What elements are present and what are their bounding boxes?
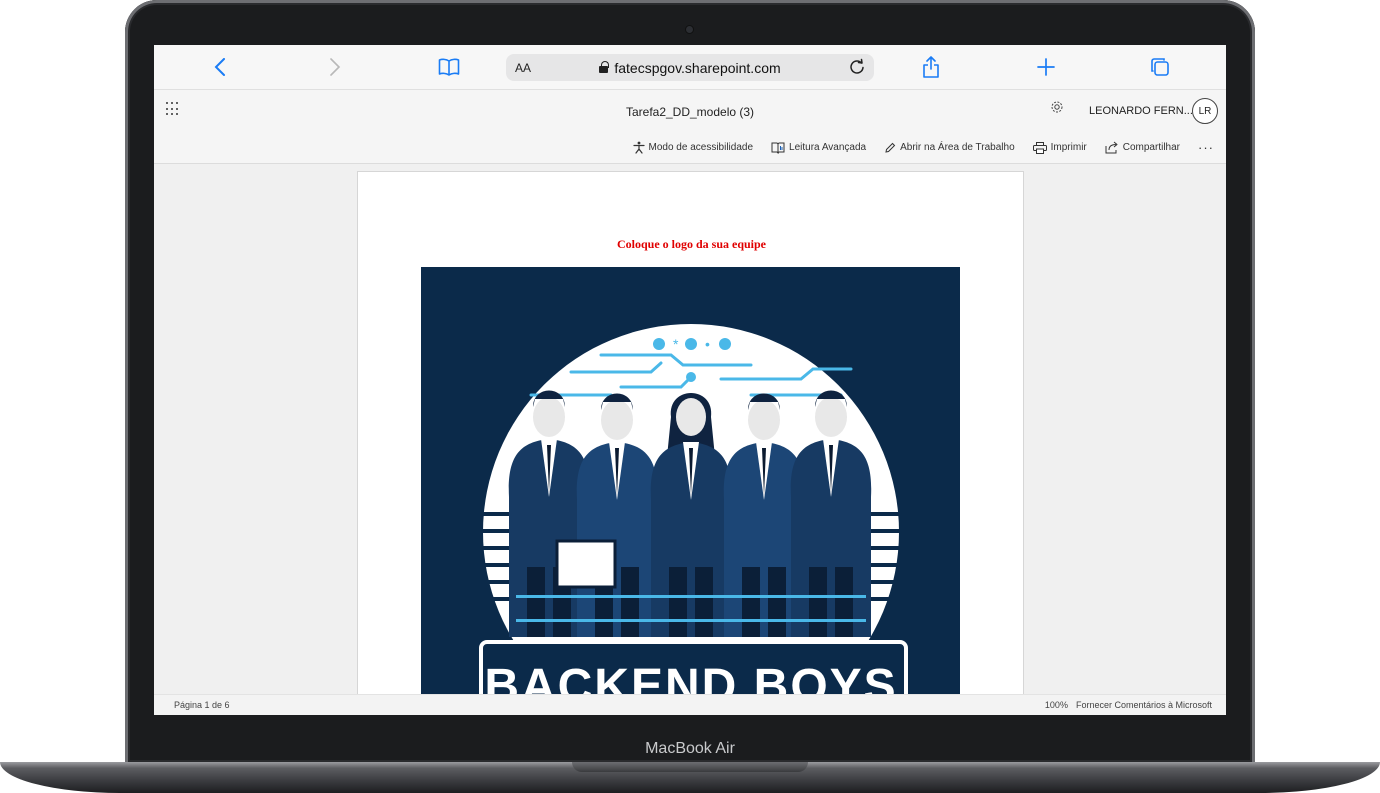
share-label: Compartilhar [1122,142,1180,153]
laptop-base-notch [572,762,808,772]
feedback-link[interactable]: Fornecer Comentários à Microsoft [1076,700,1212,710]
more-options-button[interactable]: ··· [1198,140,1214,155]
print-button[interactable]: Imprimir [1032,141,1087,154]
reload-icon[interactable] [848,58,866,81]
printer-icon [1032,141,1047,154]
accessibility-mode-button[interactable]: Modo de acessibilidade [632,141,754,154]
share-arrow-icon [1105,141,1118,154]
page-heading: Coloque o logo da sua equipe [616,237,767,251]
open-desktop-label: Abrir na Área de Trabalho [900,142,1015,153]
reading-toolbar: Modo de acessibilidade Leitura Avançada … [632,140,1215,155]
page-indicator: Página 1 de 6 [174,700,230,710]
address-bar[interactable]: AA fatecspgov.sharepoint.com [506,54,874,81]
immersive-reader-label: Leitura Avançada [789,142,867,153]
status-right: 100% Fornecer Comentários à Microsoft [1045,700,1212,710]
gear-icon[interactable] [1050,100,1064,119]
svg-text:*: * [673,336,679,352]
tabs-icon[interactable] [1149,55,1171,79]
immersive-reader-button[interactable]: Leitura Avançada [771,141,866,154]
zoom-level[interactable]: 100% [1045,700,1068,710]
user-name[interactable]: LEONARDO FERN... [1089,105,1193,117]
pencil-icon [885,142,896,153]
screen: AA fatecspgov.sharepoint.com Tarefa2_DD_… [154,45,1226,715]
open-desktop-button[interactable]: Abrir na Área de Trabalho [884,142,1015,154]
accessibility-icon [632,141,645,154]
document-title[interactable]: Tarefa2_DD_modelo (3) [154,105,1226,119]
share-icon[interactable] [920,55,942,79]
share-document-button[interactable]: Compartilhar [1105,141,1180,154]
accessibility-label: Modo de acessibilidade [648,142,754,153]
immersive-reader-icon [771,142,785,154]
document-canvas: Coloque o logo da sua equipe * • BACKEND… [154,164,1226,701]
lock-icon [599,60,609,73]
avatar[interactable]: LR [1192,98,1218,124]
document-page: Coloque o logo da sua equipe * • BACKEND… [357,171,1024,701]
print-label: Imprimir [1050,142,1087,153]
camera [686,26,693,33]
back-icon[interactable] [210,55,230,79]
status-bar: Página 1 de 6 100% Fornecer Comentários … [154,694,1226,715]
url-display: fatecspgov.sharepoint.com [506,60,874,76]
device-label: MacBook Air [645,740,735,757]
new-tab-icon[interactable] [1035,55,1057,79]
svg-text:•: • [705,336,710,352]
url-text: fatecspgov.sharepoint.com [614,59,781,76]
team-logo-image: * • BACKEND BOYS [421,267,960,700]
bookmarks-icon[interactable] [437,55,461,79]
browser-toolbar: AA fatecspgov.sharepoint.com [154,45,1226,90]
word-header: Tarefa2_DD_modelo (3) LEONARDO FERN... L… [154,90,1226,164]
forward-icon[interactable] [325,55,345,79]
